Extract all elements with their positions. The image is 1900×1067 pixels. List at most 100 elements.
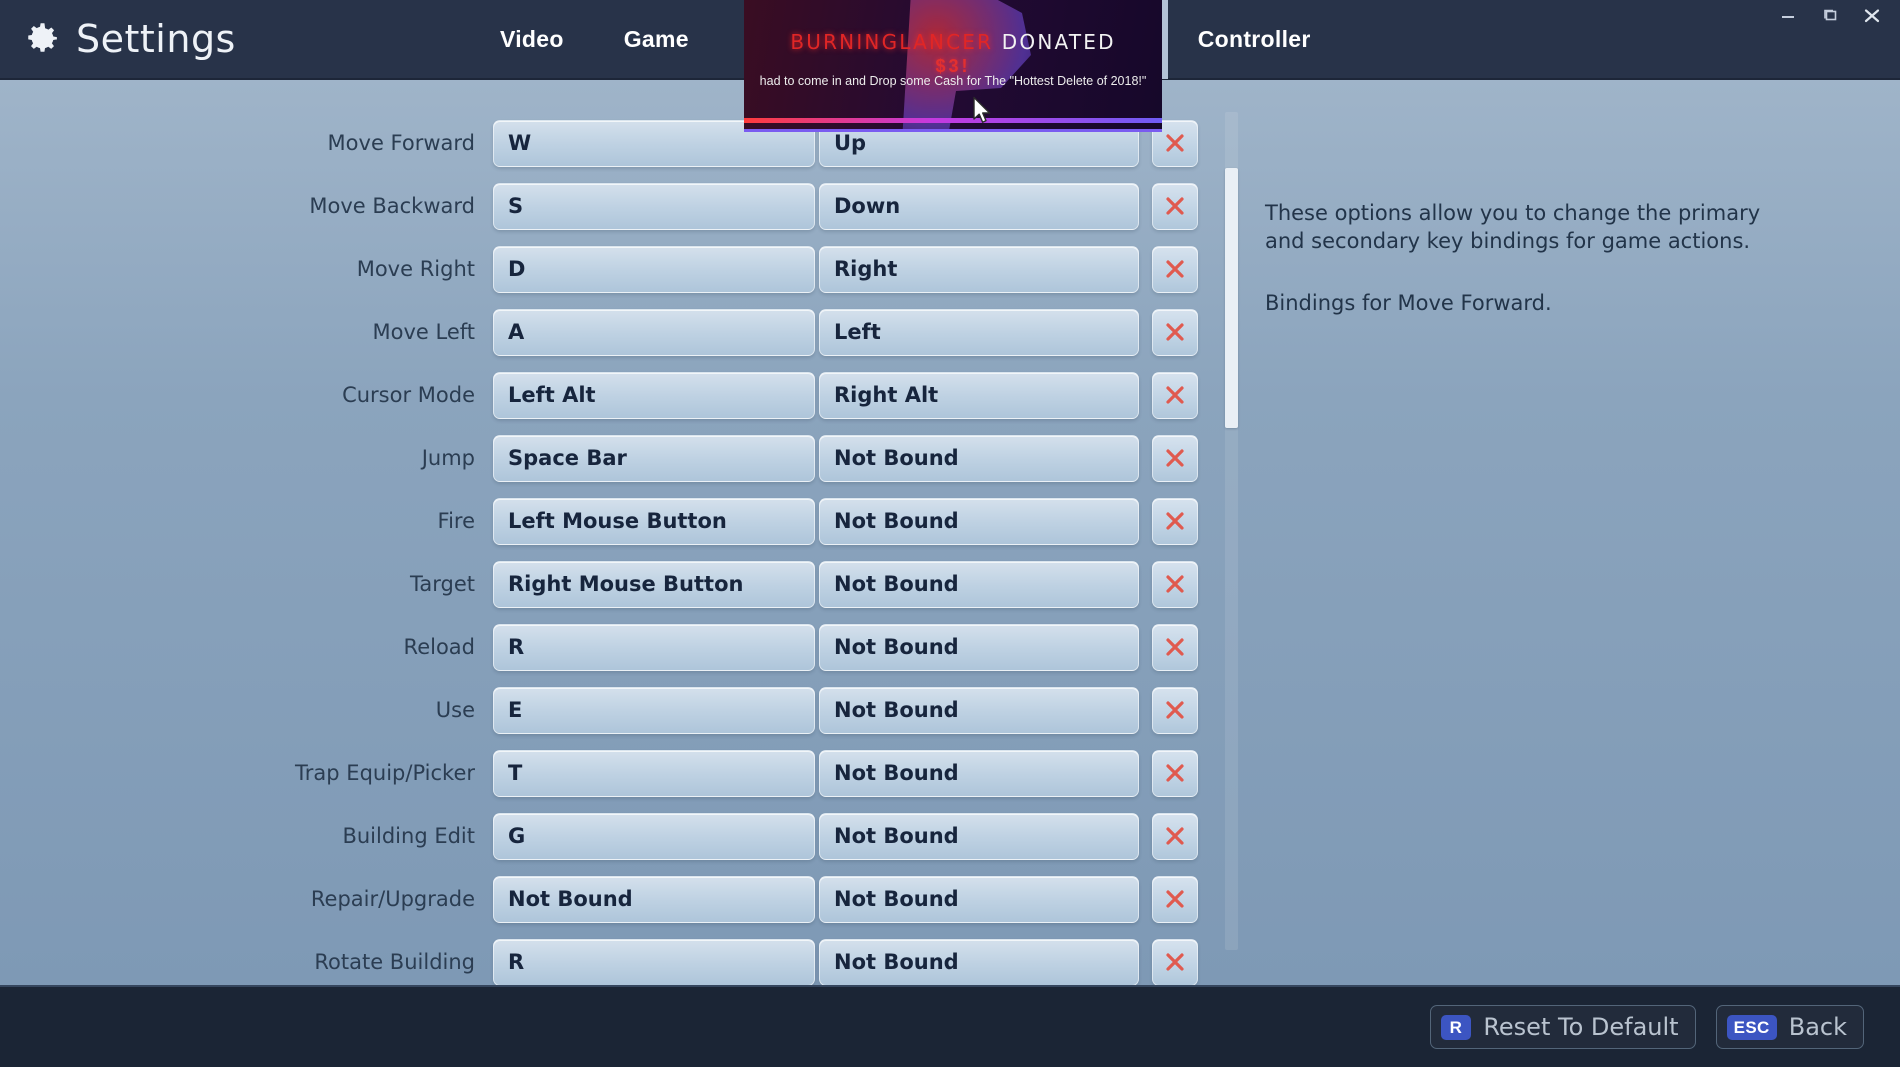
secondary-binding-field[interactable]: Right [819,245,1139,293]
donor-name: BURNINGLANCER [790,30,994,54]
table-row: Rotate Building R Not Bound [0,931,1225,993]
settings-content: Move Forward W Up Move Backward S Down M… [0,80,1900,986]
primary-binding-field[interactable]: Not Bound [493,875,815,923]
primary-binding-field[interactable]: D [493,245,815,293]
footer-bar: R Reset To Default ESC Back [0,985,1900,1067]
binding-action-label: Target [410,572,475,596]
binding-action-label: Building Edit [342,824,475,848]
restore-button[interactable] [1812,3,1848,29]
close-button[interactable] [1854,3,1890,29]
bindings-scrollbar[interactable] [1225,112,1238,950]
primary-binding-field[interactable]: T [493,749,815,797]
clear-binding-button[interactable] [1152,623,1198,671]
clear-binding-button[interactable] [1152,497,1198,545]
table-row: Cursor Mode Left Alt Right Alt [0,364,1225,426]
secondary-binding-field[interactable]: Right Alt [819,371,1139,419]
close-x-icon [1166,575,1184,593]
back-label: Back [1788,1013,1847,1041]
tab-controller[interactable]: Controller [1168,0,1341,79]
donation-accent-stripe [744,118,1162,123]
description-panel: These options allow you to change the pr… [1265,200,1805,318]
secondary-binding-field[interactable]: Not Bound [819,875,1139,923]
binding-action-label: Move Backward [309,194,475,218]
primary-binding-field[interactable]: Right Mouse Button [493,560,815,608]
primary-binding-field[interactable]: R [493,938,815,986]
secondary-binding-field[interactable]: Not Bound [819,434,1139,482]
binding-action-label: Move Right [356,257,475,281]
close-x-icon [1166,701,1184,719]
close-x-icon [1166,638,1184,656]
table-row: Fire Left Mouse Button Not Bound [0,490,1225,552]
clear-binding-button[interactable] [1152,371,1198,419]
primary-binding-field[interactable]: Left Alt [493,371,815,419]
donation-alert-overlay: BURNINGLANCER DONATED $3! had to come in… [744,0,1162,132]
reset-to-default-label: Reset To Default [1483,1013,1679,1041]
secondary-binding-field[interactable]: Not Bound [819,497,1139,545]
binding-action-label: Move Forward [327,131,475,155]
reset-to-default-button[interactable]: R Reset To Default [1429,1005,1696,1049]
table-row: Repair/Upgrade Not Bound Not Bound [0,868,1225,930]
key-badge-r: R [1440,1014,1472,1040]
window-controls [1770,0,1900,79]
description-paragraph-general: These options allow you to change the pr… [1265,201,1761,253]
tab-video[interactable]: Video [470,0,594,79]
clear-binding-button[interactable] [1152,434,1198,482]
clear-binding-button[interactable] [1152,749,1198,797]
key-bindings-list: Move Forward W Up Move Backward S Down M… [0,100,1225,986]
table-row: Move Right D Right [0,238,1225,300]
clear-binding-button[interactable] [1152,308,1198,356]
scrollbar-thumb[interactable] [1225,168,1238,428]
secondary-binding-field[interactable]: Down [819,182,1139,230]
primary-binding-field[interactable]: R [493,623,815,671]
binding-action-label: Fire [437,509,475,533]
clear-binding-button[interactable] [1152,560,1198,608]
donation-message: had to come in and Drop some Cash for Th… [759,74,1147,88]
close-x-icon [1166,512,1184,530]
secondary-binding-field[interactable]: Not Bound [819,749,1139,797]
binding-action-label: Repair/Upgrade [310,887,475,911]
clear-binding-button[interactable] [1152,245,1198,293]
back-button[interactable]: ESC Back [1715,1005,1864,1049]
key-badge-esc: ESC [1726,1014,1777,1040]
clear-binding-button[interactable] [1152,812,1198,860]
secondary-binding-field[interactable]: Not Bound [819,686,1139,734]
description-paragraph-context: Bindings for Move Forward. [1265,290,1552,315]
binding-action-label: Jump [421,446,475,470]
table-row: Move Backward S Down [0,175,1225,237]
clear-binding-button[interactable] [1152,875,1198,923]
app-brand: Settings [0,17,470,61]
binding-action-label: Use [435,698,475,722]
primary-binding-field[interactable]: G [493,812,815,860]
table-row: Reload R Not Bound [0,616,1225,678]
binding-action-label: Cursor Mode [342,383,475,407]
close-x-icon [1166,260,1184,278]
secondary-binding-field[interactable]: Not Bound [819,623,1139,671]
primary-binding-field[interactable]: A [493,308,815,356]
table-row: Target Right Mouse Button Not Bound [0,553,1225,615]
secondary-binding-field[interactable]: Not Bound [819,560,1139,608]
tab-game[interactable]: Game [594,0,719,79]
close-x-icon [1166,890,1184,908]
close-x-icon [1166,134,1184,152]
gear-icon [20,18,62,60]
close-x-icon [1166,764,1184,782]
primary-binding-field[interactable]: Space Bar [493,434,815,482]
secondary-binding-field[interactable]: Not Bound [819,812,1139,860]
primary-binding-field[interactable]: S [493,182,815,230]
close-x-icon [1166,449,1184,467]
table-row: Trap Equip/Picker T Not Bound [0,742,1225,804]
close-x-icon [1166,197,1184,215]
minimize-button[interactable] [1770,3,1806,29]
clear-binding-button[interactable] [1152,182,1198,230]
clear-binding-button[interactable] [1152,938,1198,986]
clear-binding-button[interactable] [1152,686,1198,734]
table-row: Use E Not Bound [0,679,1225,741]
close-x-icon [1166,386,1184,404]
table-row: Building Edit G Not Bound [0,805,1225,867]
secondary-binding-field[interactable]: Not Bound [819,938,1139,986]
secondary-binding-field[interactable]: Left [819,308,1139,356]
close-x-icon [1166,953,1184,971]
binding-action-label: Move Left [372,320,476,344]
primary-binding-field[interactable]: Left Mouse Button [493,497,815,545]
primary-binding-field[interactable]: E [493,686,815,734]
